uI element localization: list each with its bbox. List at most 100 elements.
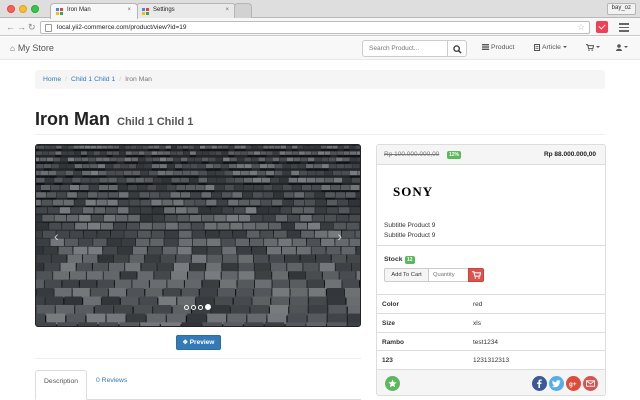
cart-submit-button[interactable]: [468, 268, 484, 282]
carousel-indicator[interactable]: [198, 305, 203, 310]
minimize-window-button[interactable]: [19, 5, 27, 13]
price-heading: Rp 100.000.000,00 12% Rp 88.000.000,00: [377, 145, 605, 165]
attribute-name: Color: [382, 301, 399, 308]
email-icon: [586, 380, 595, 387]
attribute-row: Rambo test1234: [377, 332, 605, 352]
nav-cart-dropdown[interactable]: [586, 43, 600, 53]
attribute-value: xls: [473, 320, 481, 327]
nav-product-link[interactable]: Product: [482, 43, 514, 53]
product-info-panel: Rp 100.000.000,00 12% Rp 88.000.000,00 S…: [376, 144, 606, 396]
breadcrumb-category-link[interactable]: Child 1 Child 1: [71, 76, 115, 83]
nav-user-dropdown[interactable]: [616, 43, 628, 53]
nav-article-dropdown[interactable]: Article: [534, 43, 567, 53]
quantity-input[interactable]: [428, 268, 469, 282]
twitter-icon: [552, 380, 561, 388]
stock-count-badge: 12: [405, 256, 415, 264]
share-twitter-button[interactable]: [549, 376, 564, 391]
cart-icon: [472, 271, 481, 279]
close-window-button[interactable]: [7, 5, 15, 13]
brand-name: My Store: [17, 43, 54, 53]
share-google-plus-button[interactable]: g+: [566, 376, 581, 391]
add-to-cart-button[interactable]: Add To Cart: [384, 268, 429, 282]
section-divider: [35, 358, 361, 359]
attribute-name: 123: [382, 357, 393, 364]
tab-title: Iron Man: [67, 7, 91, 13]
discount-badge: 12%: [447, 151, 462, 159]
star-icon: [388, 379, 397, 388]
tab-close-icon[interactable]: ×: [225, 7, 229, 13]
breadcrumb-home-link[interactable]: Home: [43, 76, 61, 83]
chevron-down-icon: [596, 46, 600, 49]
page-icon: [45, 24, 52, 32]
expand-icon: ✥: [182, 340, 188, 346]
forward-icon[interactable]: →: [17, 21, 26, 33]
share-facebook-button[interactable]: [532, 376, 547, 391]
reload-icon[interactable]: ↻: [28, 21, 36, 33]
page-title: Iron Man Child 1 Child 1: [35, 108, 193, 133]
search-input[interactable]: [362, 40, 448, 57]
tab-reviews[interactable]: 0 Reviews: [88, 370, 135, 392]
list-icon: [482, 44, 489, 51]
back-icon[interactable]: ←: [6, 21, 15, 33]
panel-footer: g+: [377, 369, 605, 395]
preview-label: Preview: [189, 339, 215, 346]
product-category-subtitle: Child 1 Child 1: [117, 116, 194, 128]
brand-link[interactable]: ⌂ My Store: [10, 42, 54, 55]
preview-button[interactable]: ✥ Preview: [176, 335, 221, 350]
product-subtitle: Subtitle Product 9: [384, 232, 436, 239]
brand-logo: SONY: [393, 184, 434, 199]
stock-label: Stock: [384, 256, 403, 263]
user-icon: [616, 43, 622, 51]
browser-menu-icon[interactable]: [618, 21, 630, 33]
panel-divider: [377, 245, 605, 246]
carousel-prev-icon[interactable]: ‹: [54, 229, 59, 243]
facebook-icon: [537, 379, 542, 388]
browser-tab-iron-man[interactable]: Iron Man ×: [50, 3, 138, 19]
attribute-name: Size: [382, 320, 396, 327]
breadcrumb-current: Iron Man: [125, 76, 152, 83]
browser-tab-settings[interactable]: Settings ×: [136, 3, 236, 19]
cart-icon: [586, 43, 595, 51]
old-price: Rp 100.000.000,00: [384, 151, 440, 158]
attribute-value: red: [473, 301, 483, 308]
breadcrumb-separator: /: [65, 76, 68, 83]
svg-text:g+: g+: [569, 381, 577, 388]
carousel-indicator[interactable]: [184, 305, 189, 310]
article-icon: [534, 43, 540, 51]
site-navbar: ⌂My Store Product Article: [0, 37, 640, 60]
carousel-slide-image: [36, 145, 360, 326]
attribute-row: 123 1231312313: [377, 350, 605, 370]
favicon-icon: [56, 8, 63, 15]
carousel-indicators: [184, 304, 213, 310]
tab-close-icon[interactable]: ×: [127, 7, 131, 13]
favicon-icon: [142, 8, 149, 15]
bookmark-star-icon[interactable]: ☆: [577, 22, 585, 33]
favorite-button[interactable]: [385, 376, 400, 391]
google-plus-icon: g+: [569, 381, 577, 388]
tab-title: Settings: [153, 7, 175, 13]
browser-toolbar: ← → ↻ local.yii2-commerce.com/product/vi…: [0, 18, 640, 36]
address-bar[interactable]: local.yii2-commerce.com/product/view?id=…: [40, 21, 590, 34]
browser-tabstrip: Iron Man × Settings × bay_oz: [0, 0, 640, 19]
carousel-next-icon[interactable]: ›: [337, 229, 342, 243]
nav-product-label: Product: [491, 44, 515, 51]
breadcrumb: Home / Child 1 Child 1/Iron Man: [35, 70, 605, 89]
product-subtitle: Subtitle Product 9: [384, 222, 436, 229]
pocket-extension-icon[interactable]: [596, 21, 608, 33]
new-tab-button[interactable]: [234, 3, 252, 19]
product-image-carousel[interactable]: ‹ ›: [35, 144, 361, 327]
maximize-window-button[interactable]: [31, 5, 39, 13]
chevron-down-icon: [624, 46, 628, 49]
profile-button[interactable]: bay_oz: [606, 3, 636, 15]
carousel-indicator[interactable]: [191, 305, 196, 310]
product-title: Iron Man: [35, 109, 110, 129]
search-icon: [453, 45, 462, 54]
tab-description[interactable]: Description: [35, 370, 87, 400]
nav-article-label: Article: [542, 44, 561, 51]
carousel-indicator[interactable]: [205, 304, 211, 310]
title-divider: [35, 134, 605, 135]
new-price: Rp 88.000.000,00: [543, 151, 596, 158]
search-button[interactable]: [447, 40, 467, 57]
share-email-button[interactable]: [583, 376, 598, 391]
url-text: local.yii2-commerce.com/product/view?id=…: [57, 24, 187, 31]
